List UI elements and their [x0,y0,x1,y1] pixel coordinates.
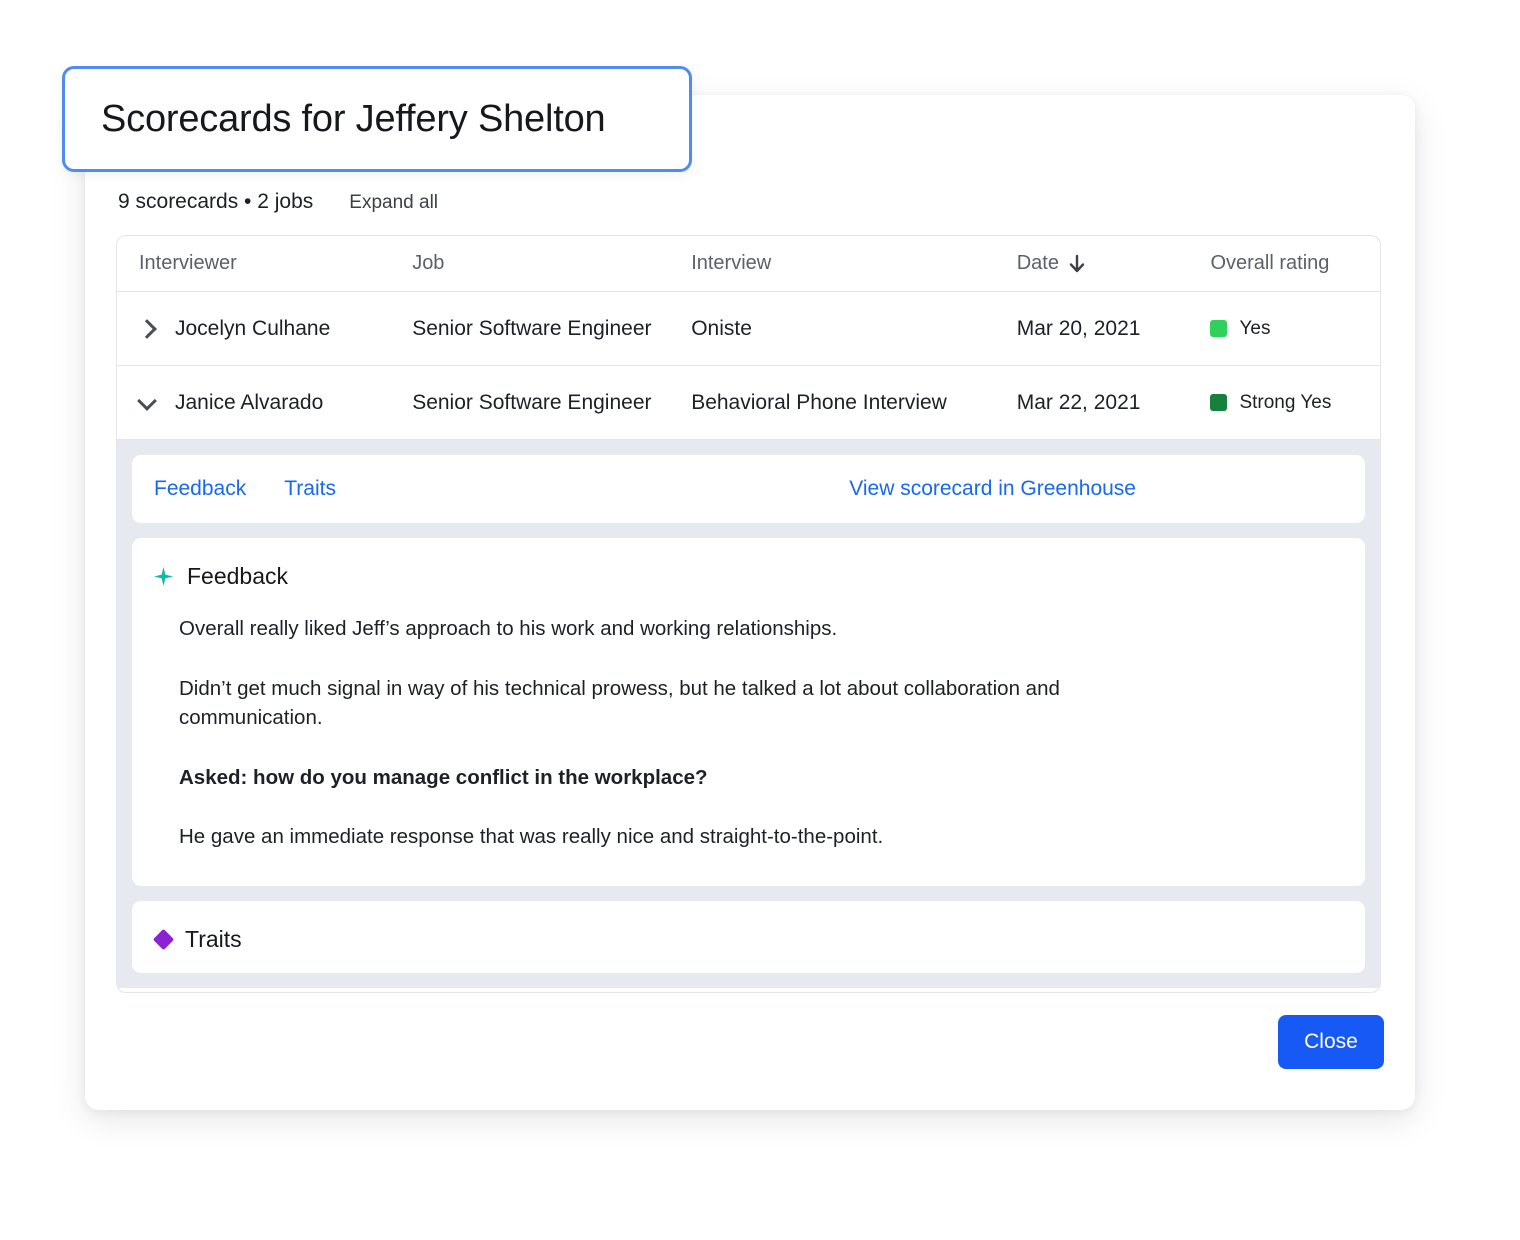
feedback-paragraph: Didn’t get much signal in way of his tec… [179,674,1189,733]
row-overall-rating: Yes [1210,318,1380,340]
column-header-date[interactable]: Date [1017,252,1211,275]
page-title: Scorecards for Jeffery Shelton [101,98,605,141]
row-interviewer-name: Janice Alvarado [175,391,323,415]
chevron-right-icon[interactable] [139,321,155,337]
rating-swatch [1210,394,1227,411]
close-button[interactable]: Close [1278,1015,1384,1069]
row-interview: Behavioral Phone Interview [691,391,1017,415]
scorecards-table: Interviewer Job Interview Date Overall r… [116,235,1381,993]
feedback-paragraph: He gave an immediate response that was r… [179,822,1189,852]
row-job: Senior Software Engineer [412,317,691,341]
tab-traits[interactable]: Traits [284,477,336,501]
feedback-panel: Feedback Overall really liked Jeff’s app… [132,538,1365,886]
row-interviewer-name: Jocelyn Culhane [175,317,330,341]
column-header-interview-label: Interview [691,252,771,275]
row-overall-rating: Strong Yes [1210,392,1380,414]
column-header-overall-rating[interactable]: Overall rating [1210,252,1380,275]
sparkle-icon [154,567,173,586]
view-scorecard-in-greenhouse-link[interactable]: View scorecard in Greenhouse [849,477,1136,501]
column-header-date-label: Date [1017,252,1059,275]
expand-all-button[interactable]: Expand all [349,192,438,214]
row-job: Senior Software Engineer [412,391,691,415]
column-header-overall-rating-label: Overall rating [1210,252,1329,275]
table-row[interactable]: Janice Alvarado Senior Software Engineer… [117,366,1380,440]
row-date: Mar 22, 2021 [1017,391,1211,415]
tab-feedback[interactable]: Feedback [154,477,246,501]
dialog-footer: Close [85,995,1415,1110]
traits-panel-title: Traits [185,926,242,953]
diamond-icon [153,928,174,949]
rating-swatch [1210,320,1227,337]
row-date: Mar 20, 2021 [1017,317,1211,341]
column-header-interviewer-label: Interviewer [139,252,237,275]
scorecard-detail-panel: Feedback Traits View scorecard in Greenh… [117,440,1380,988]
dialog-title-chip: Scorecards for Jeffery Shelton [62,66,692,172]
rating-label: Strong Yes [1239,392,1331,414]
column-header-interview[interactable]: Interview [691,252,1017,275]
column-header-job-label: Job [412,252,444,275]
detail-toolbar: Feedback Traits View scorecard in Greenh… [132,455,1365,523]
traits-panel: Traits [132,901,1365,973]
column-header-job[interactable]: Job [412,252,691,275]
row-interview: Oniste [691,317,1017,341]
scorecards-dialog: 9 scorecards • 2 jobs Expand all Intervi… [85,95,1415,1110]
table-header-row: Interviewer Job Interview Date Overall r… [117,236,1380,292]
chevron-down-icon[interactable] [139,395,155,411]
arrow-down-icon [1068,254,1086,274]
table-row[interactable]: Jocelyn Culhane Senior Software Engineer… [117,292,1380,366]
feedback-panel-title: Feedback [187,563,288,590]
scorecards-count-label: 9 scorecards • 2 jobs [118,190,313,214]
column-header-interviewer[interactable]: Interviewer [139,252,412,275]
feedback-paragraph: Overall really liked Jeff’s approach to … [179,614,1189,644]
traits-panel-header: Traits [154,926,1339,953]
feedback-panel-header: Feedback [154,563,1339,590]
scorecards-meta: 9 scorecards • 2 jobs Expand all [118,190,438,214]
detail-tabs: Feedback Traits [154,477,336,501]
feedback-question: Asked: how do you manage conflict in the… [179,763,1189,793]
rating-label: Yes [1239,318,1270,340]
